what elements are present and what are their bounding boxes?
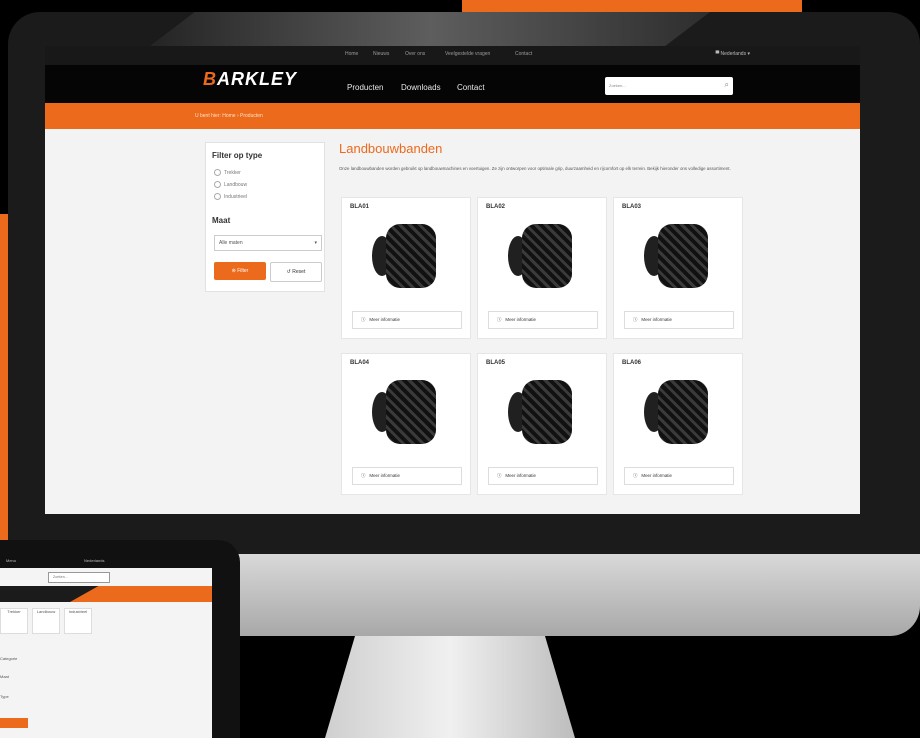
product-name: BLA01: [350, 204, 370, 210]
radio-icon[interactable]: [214, 193, 221, 200]
product-name: BLA03: [622, 204, 642, 210]
more-info-label: Meer informatie: [505, 473, 536, 478]
tyre-image: [522, 224, 572, 288]
language-label: Nederlands: [720, 51, 747, 57]
filter-button-label: Filter: [237, 268, 249, 274]
tablet-menu[interactable]: Menu: [6, 558, 16, 563]
product-card[interactable]: BLA03 ⓘ Meer informatie: [613, 197, 743, 339]
filter-button[interactable]: ⊜ Filter: [214, 262, 266, 280]
tyre-image: [386, 224, 436, 288]
tyre-image: [386, 380, 436, 444]
radio-icon[interactable]: [214, 169, 221, 176]
nav-contact[interactable]: Contact: [457, 83, 485, 92]
imac-chin: [228, 554, 920, 636]
breadcrumb-bar: U bent hier: Home › Producten: [45, 103, 860, 129]
size-title: Maat: [212, 216, 231, 225]
info-icon: ⓘ: [633, 473, 638, 478]
product-card[interactable]: BLA06 ⓘ Meer informatie: [613, 353, 743, 495]
tablet-row[interactable]: Categorie: [0, 656, 17, 661]
filter-option-industrieel[interactable]: Industrieel: [214, 193, 247, 200]
more-info-label: Meer informatie: [369, 473, 400, 478]
tablet-row[interactable]: Maat: [0, 674, 9, 679]
info-icon: ⓘ: [361, 473, 366, 478]
more-info-button[interactable]: ⓘ Meer informatie: [488, 311, 598, 329]
tablet-tile[interactable]: Landbouw: [32, 608, 60, 634]
logo-mark: B: [203, 69, 217, 89]
reset-button[interactable]: ↺ Reset: [270, 262, 322, 282]
breadcrumb[interactable]: U bent hier: Home › Producten: [195, 113, 263, 119]
tablet-language[interactable]: Nederlands: [84, 558, 104, 563]
product-name: BLA06: [622, 360, 642, 366]
more-info-button[interactable]: ⓘ Meer informatie: [352, 467, 462, 485]
product-card[interactable]: BLA05 ⓘ Meer informatie: [477, 353, 607, 495]
info-icon: ⓘ: [633, 317, 638, 322]
more-info-label: Meer informatie: [641, 473, 672, 478]
filter-option-trekker[interactable]: Trekker: [214, 169, 241, 176]
tablet-category-tiles: Trekker Landbouw Industrieel: [0, 608, 120, 638]
main-header: BARKLEY Producten Downloads Contact Zoek…: [45, 65, 860, 103]
more-info-label: Meer informatie: [641, 317, 672, 322]
tablet-device: Menu Nederlands Zoeken... Trekker Landbo…: [0, 540, 240, 738]
logo-text: ARKLEY: [217, 69, 298, 89]
tablet-topbar: Menu Nederlands: [0, 554, 212, 568]
tablet-search-input[interactable]: Zoeken...: [48, 572, 110, 583]
search-input[interactable]: Zoeken... ⌕: [605, 77, 733, 95]
nav-producten[interactable]: Producten: [347, 83, 383, 92]
product-name: BLA04: [350, 360, 370, 366]
product-card[interactable]: BLA01 ⓘ Meer informatie: [341, 197, 471, 339]
more-info-button[interactable]: ⓘ Meer informatie: [624, 311, 734, 329]
chevron-down-icon: ▾: [314, 240, 317, 246]
tablet-screen: Menu Nederlands Zoeken... Trekker Landbo…: [0, 554, 212, 738]
size-select-value: Alle maten: [219, 240, 243, 246]
main-content: Filter op type Trekker Landbouw Industri…: [45, 129, 860, 514]
filter-option-label: Industrieel: [224, 193, 248, 200]
top-utility-bar: Home Nieuws Over ons Veelgestelde vragen…: [45, 46, 860, 65]
filter-title: Filter op type: [212, 151, 263, 160]
tyre-image: [658, 224, 708, 288]
bezel-reflection: [150, 12, 710, 46]
tablet-row[interactable]: Type: [0, 694, 9, 699]
product-name: BLA02: [486, 204, 506, 210]
intro-text: Onze landbouwbanden worden gebruikt op l…: [339, 166, 731, 171]
more-info-button[interactable]: ⓘ Meer informatie: [352, 311, 462, 329]
filter-option-label: Landbouw: [224, 181, 248, 188]
radio-icon[interactable]: [214, 181, 221, 188]
info-icon: ⓘ: [497, 317, 502, 322]
nav-downloads[interactable]: Downloads: [401, 83, 441, 92]
filter-option-landbouw[interactable]: Landbouw: [214, 181, 247, 188]
language-selector[interactable]: ▀ Nederlands ▾: [716, 51, 750, 57]
tablet-tile[interactable]: Industrieel: [64, 608, 92, 634]
tyre-image: [522, 380, 572, 444]
size-select[interactable]: Alle maten ▾: [214, 235, 322, 251]
toplink-about[interactable]: Over ons: [405, 51, 425, 57]
more-info-button[interactable]: ⓘ Meer informatie: [624, 467, 734, 485]
more-info-label: Meer informatie: [369, 317, 400, 322]
filter-option-label: Trekker: [224, 169, 241, 176]
tablet-orange-button[interactable]: [0, 718, 28, 728]
website-screen: Home Nieuws Over ons Veelgestelde vragen…: [45, 46, 860, 514]
more-info-label: Meer informatie: [505, 317, 536, 322]
more-info-button[interactable]: ⓘ Meer informatie: [488, 467, 598, 485]
tyre-image: [658, 380, 708, 444]
filter-panel: Filter op type Trekker Landbouw Industri…: [205, 142, 325, 292]
toplink-home[interactable]: Home: [345, 51, 358, 57]
toplink-contact[interactable]: Contact: [515, 51, 532, 57]
search-placeholder: Zoeken...: [609, 83, 626, 88]
imac-stand: [325, 636, 575, 738]
search-icon[interactable]: ⌕: [725, 80, 729, 90]
brand-logo[interactable]: BARKLEY: [203, 69, 297, 90]
toplink-news[interactable]: Nieuws: [373, 51, 389, 57]
product-card[interactable]: BLA02 ⓘ Meer informatie: [477, 197, 607, 339]
info-icon: ⓘ: [497, 473, 502, 478]
tablet-tile[interactable]: Trekker: [0, 608, 28, 634]
product-name: BLA05: [486, 360, 506, 366]
info-icon: ⓘ: [361, 317, 366, 322]
toplink-faq[interactable]: Veelgestelde vragen: [445, 51, 490, 57]
reset-button-label: Reset: [292, 269, 306, 275]
page-title: Landbouwbanden: [339, 141, 443, 156]
tablet-search-placeholder: Zoeken...: [53, 575, 68, 579]
product-card[interactable]: BLA04 ⓘ Meer informatie: [341, 353, 471, 495]
